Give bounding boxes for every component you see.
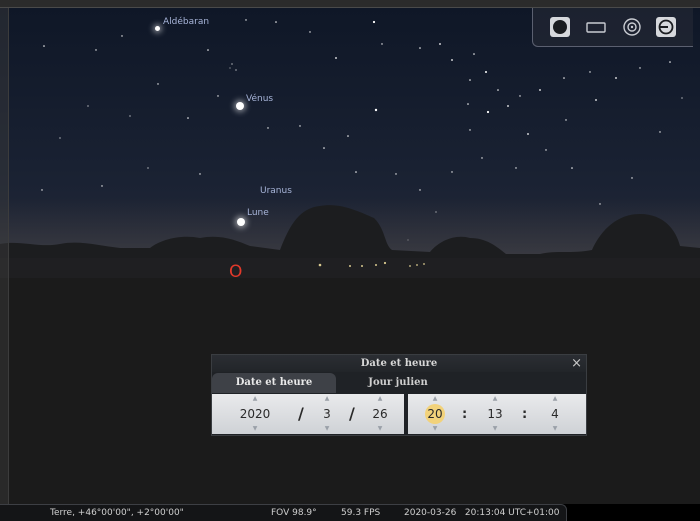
moon-label: Lune (247, 208, 269, 218)
cardinal-west-marker: O (229, 262, 243, 282)
close-icon[interactable]: × (571, 357, 582, 370)
second-down-arrow-icon[interactable]: ▼ (530, 426, 580, 432)
month-down-arrow-icon[interactable]: ▼ (312, 426, 342, 432)
quit-icon[interactable] (655, 16, 677, 38)
hour-down-arrow-icon[interactable]: ▼ (410, 426, 460, 432)
date-separator: / (298, 404, 304, 423)
year-spinbox[interactable]: ▲ 2020 ▼ (222, 394, 288, 434)
day-down-arrow-icon[interactable]: ▼ (362, 426, 398, 432)
dialog-title: Date et heure (212, 355, 586, 372)
day-up-arrow-icon[interactable]: ▲ (362, 396, 398, 402)
day-spinbox[interactable]: ▲ 26 ▼ (362, 394, 398, 434)
month-value: 3 (323, 407, 331, 421)
venus-marker[interactable] (236, 102, 244, 110)
aldebaran-label: Aldébaran (163, 17, 210, 27)
time-separator: : (462, 407, 468, 422)
minute-down-arrow-icon[interactable]: ▼ (470, 426, 520, 432)
minute-up-arrow-icon[interactable]: ▲ (470, 396, 520, 402)
status-bar: Terre, +46°00'00", +2°00'00" FOV 98.9° 5… (0, 504, 567, 521)
date-panel: ▲ 2020 ▼ / ▲ 3 ▼ / ▲ 26 ▼ (212, 394, 404, 434)
location-readout[interactable]: Terre, +46°00'00", +2°00'00" (50, 507, 184, 519)
tab-julian-day[interactable]: Jour julien (336, 373, 460, 393)
date-separator: / (349, 404, 355, 423)
month-up-arrow-icon[interactable]: ▲ (312, 396, 342, 402)
moon-marker[interactable] (237, 218, 245, 226)
second-up-arrow-icon[interactable]: ▲ (530, 396, 580, 402)
fps-readout: 59.3 FPS (341, 508, 381, 518)
window-top-border (0, 0, 700, 8)
view-toolbar (532, 8, 693, 47)
time-separator: : (522, 407, 528, 422)
date-time-dialog: Date et heure × Date et heure Jour julie… (211, 354, 587, 436)
hour-up-arrow-icon[interactable]: ▲ (410, 396, 460, 402)
night-mode-icon[interactable] (549, 16, 571, 38)
target-icon[interactable] (621, 16, 643, 38)
fov-readout: FOV 98.9° (271, 508, 317, 518)
window-mode-icon[interactable] (585, 16, 607, 38)
dialog-tabs: Date et heure Jour julien (212, 373, 586, 393)
venus-label: Vénus (246, 94, 274, 104)
hour-spinbox[interactable]: ▲ 20 ▼ (410, 394, 460, 434)
second-value: 4 (551, 407, 559, 421)
day-value: 26 (372, 407, 388, 421)
month-spinbox[interactable]: ▲ 3 ▼ (312, 394, 342, 434)
tab-date-time[interactable]: Date et heure (212, 373, 336, 393)
aldebaran-marker[interactable] (155, 26, 160, 31)
minute-value: 13 (487, 407, 503, 421)
hour-value: 20 (427, 407, 443, 421)
uranus-label: Uranus (260, 186, 292, 196)
time-panel: ▲ 20 ▼ : ▲ 13 ▼ : ▲ 4 ▼ (408, 394, 586, 434)
datetime-readout[interactable]: 2020-03-26 20:13:04 UTC+01:00 (404, 507, 560, 519)
year-up-arrow-icon[interactable]: ▲ (222, 396, 288, 402)
side-panel-handle[interactable] (0, 8, 9, 504)
minute-spinbox[interactable]: ▲ 13 ▼ (470, 394, 520, 434)
year-down-arrow-icon[interactable]: ▼ (222, 426, 288, 432)
second-spinbox[interactable]: ▲ 4 ▼ (530, 394, 580, 434)
year-value: 2020 (239, 407, 271, 421)
